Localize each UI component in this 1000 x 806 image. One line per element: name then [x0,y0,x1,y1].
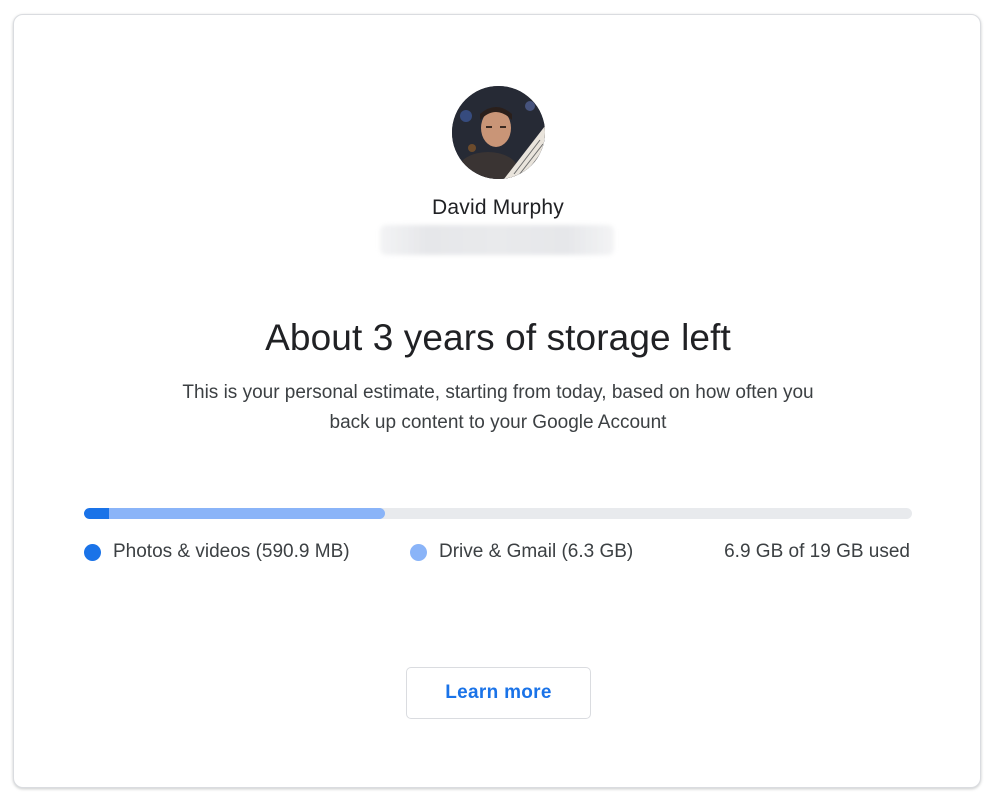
storage-estimate-headline: About 3 years of storage left [265,317,731,358]
storage-bar-photos-videos [84,508,109,519]
storage-estimate-card: David Murphy About 3 years of storage le… [13,14,981,788]
drive-legend-dot-icon [410,543,427,561]
account-email-redacted [380,225,614,255]
photos-legend-dot-icon [84,543,101,561]
storage-usage-bar [84,508,912,519]
legend-photos-label: Photos & videos (590.9 MB) [113,541,350,562]
legend-drive-label: Drive & Gmail (6.3 GB) [439,541,634,562]
storage-used-total: 6.9 GB of 19 GB used [724,541,910,562]
account-name: David Murphy [432,196,564,219]
user-avatar-photo-icon [452,86,545,179]
learn-more-button[interactable]: Learn more [406,667,591,719]
legend-drive-gmail: Drive & Gmail (6.3 GB) [410,539,633,565]
legend-photos-videos: Photos & videos (590.9 MB) [84,539,350,565]
storage-estimate-description: This is your personal estimate, starting… [182,382,814,433]
avatar[interactable] [452,86,545,179]
storage-bar-drive-gmail [84,508,385,519]
